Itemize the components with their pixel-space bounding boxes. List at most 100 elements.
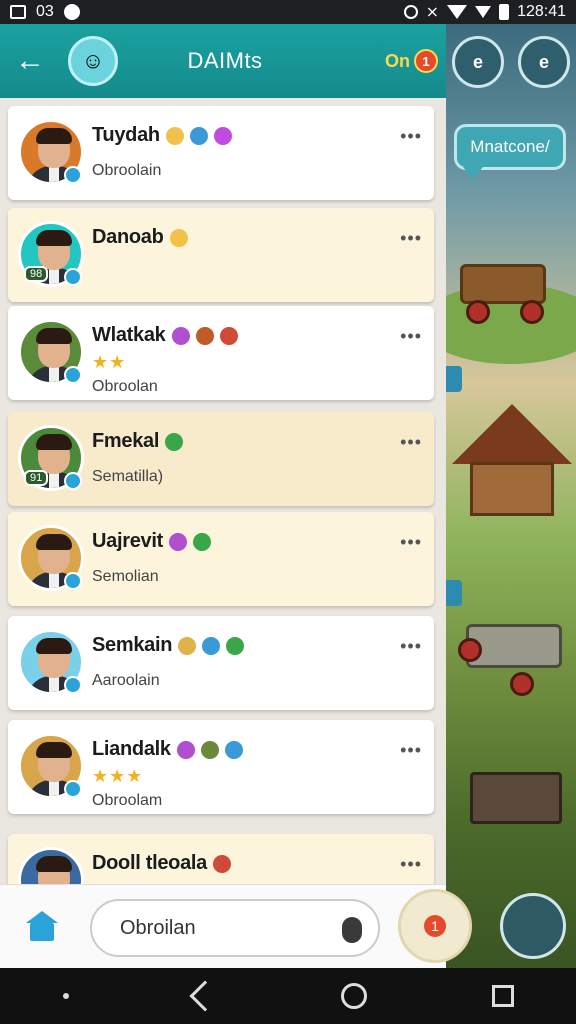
contact-card[interactable]: Liandalk ★★★ Obroolam ••• bbox=[8, 720, 434, 814]
contact-card[interactable]: Tuydah Obroolain ••• bbox=[8, 106, 434, 200]
more-options-icon[interactable]: ••• bbox=[400, 636, 422, 657]
game-map-button[interactable]: e bbox=[518, 36, 570, 88]
sticker-icon bbox=[219, 326, 238, 345]
contact-name-text: Fmekal bbox=[92, 430, 160, 452]
more-options-icon[interactable]: ••• bbox=[400, 854, 422, 875]
contact-status: Obroolan bbox=[92, 378, 158, 395]
sticker-icon bbox=[224, 740, 243, 759]
sticker-icon bbox=[189, 126, 208, 145]
home-icon[interactable] bbox=[24, 909, 60, 945]
contact-status: Aaroolain bbox=[92, 672, 160, 689]
sticker-icon bbox=[169, 228, 188, 247]
contact-name-text: Liandalk bbox=[92, 738, 171, 760]
verified-icon bbox=[64, 472, 82, 490]
more-options-icon[interactable]: ••• bbox=[400, 326, 422, 347]
contact-status: Obroolain bbox=[92, 162, 162, 179]
more-options-icon[interactable]: ••• bbox=[400, 228, 422, 249]
contact-status: Semolian bbox=[92, 568, 159, 585]
sticker-icon bbox=[168, 532, 187, 551]
sticker-icon bbox=[176, 740, 195, 759]
contact-name: Fmekal bbox=[92, 430, 184, 453]
contact-name-text: Uajrevit bbox=[92, 530, 163, 552]
vibrate-icon: ⨯ bbox=[425, 4, 440, 21]
app-header: ← ☺ DAIMts On 1 bbox=[0, 24, 446, 98]
contact-status: Sematilla) bbox=[92, 468, 164, 485]
clock: 128:41 bbox=[517, 3, 566, 20]
verified-icon bbox=[64, 780, 82, 798]
contact-name: Wlatkak bbox=[92, 324, 238, 347]
bottom-bar: Obroilan 1 bbox=[0, 884, 566, 968]
sticker-icon bbox=[226, 636, 245, 655]
wifi-icon bbox=[447, 5, 468, 19]
game-profile-button[interactable]: e bbox=[452, 36, 504, 88]
level-badge: 91 bbox=[24, 470, 49, 486]
contact-name-text: Semkain bbox=[92, 634, 173, 656]
character-avatar-button[interactable] bbox=[500, 893, 566, 959]
page-title: DAIMts bbox=[187, 48, 263, 73]
group-avatar[interactable]: ☺ bbox=[68, 36, 118, 86]
contact-card[interactable]: Semkain Aaroolain ••• bbox=[8, 616, 434, 710]
sticker-icon bbox=[192, 532, 211, 551]
more-options-icon[interactable]: ••• bbox=[400, 432, 422, 453]
status-bar: 03 ⨯ 128:41 bbox=[0, 0, 576, 24]
alarm-icon bbox=[403, 5, 418, 19]
contact-name: Dooll tleoala bbox=[92, 852, 232, 875]
game-chest bbox=[470, 772, 562, 824]
nav-back-icon[interactable] bbox=[188, 980, 221, 1012]
more-options-icon[interactable]: ••• bbox=[400, 532, 422, 553]
battery-icon bbox=[499, 4, 510, 20]
header-badge[interactable]: On 1 bbox=[385, 49, 438, 73]
contact-name: Danoab bbox=[92, 226, 188, 249]
contact-name: Uajrevit bbox=[92, 530, 211, 553]
sticker-icon bbox=[213, 854, 232, 873]
send-button[interactable]: 1 bbox=[398, 889, 472, 963]
contact-card[interactable]: Dooll tleoala ••• bbox=[8, 834, 434, 884]
contact-name-text: Danoab bbox=[92, 226, 164, 248]
speech-bubble-button[interactable]: Mnatcone/ bbox=[454, 124, 566, 179]
contact-name-text: Tuydah bbox=[92, 124, 160, 146]
more-options-icon[interactable]: ••• bbox=[400, 126, 422, 147]
message-input-value: Obroilan bbox=[120, 916, 196, 939]
app-notification-icon bbox=[63, 4, 80, 20]
game-hut bbox=[452, 404, 572, 464]
contact-card[interactable]: Wlatkak ★★ Obroolan ••• bbox=[8, 306, 434, 400]
contact-card[interactable]: 91 Fmekal Sematilla) ••• bbox=[8, 412, 434, 506]
signal-icon bbox=[475, 6, 492, 18]
notification-badge: 1 bbox=[414, 49, 438, 73]
contact-name: Semkain bbox=[92, 634, 245, 657]
back-arrow-icon[interactable]: ← bbox=[0, 24, 60, 98]
avatar[interactable] bbox=[18, 847, 84, 884]
contact-status: Obroolam bbox=[92, 792, 163, 809]
contact-name-text: Wlatkak bbox=[92, 324, 166, 346]
verified-icon bbox=[64, 268, 82, 286]
contact-list[interactable]: Tuydah Obroolain ••• 98 Danoab ••• Wlatkak ★★ Ob… bbox=[0, 98, 446, 884]
contact-name: Tuydah bbox=[92, 124, 232, 147]
game-cart bbox=[460, 264, 546, 304]
verified-icon bbox=[64, 572, 82, 590]
contact-card[interactable]: 98 Danoab ••• bbox=[8, 208, 434, 302]
sticker-icon bbox=[165, 126, 184, 145]
level-badge: 98 bbox=[24, 266, 49, 282]
android-nav-bar bbox=[0, 968, 576, 1024]
image-notification-icon bbox=[10, 5, 26, 19]
status-left-text: 03 bbox=[36, 3, 54, 20]
nav-home-icon[interactable] bbox=[340, 983, 367, 1009]
send-badge: 1 bbox=[424, 915, 446, 937]
microphone-icon[interactable] bbox=[342, 917, 362, 943]
sticker-icon bbox=[178, 636, 197, 655]
nav-recents-icon[interactable] bbox=[491, 985, 514, 1007]
message-input[interactable]: Obroilan bbox=[90, 899, 380, 957]
rating-stars: ★★ bbox=[92, 352, 127, 372]
more-options-icon[interactable]: ••• bbox=[400, 740, 422, 761]
sticker-icon bbox=[200, 740, 219, 759]
verified-icon bbox=[64, 676, 82, 694]
nav-dot-icon bbox=[62, 993, 69, 999]
contact-card[interactable]: Uajrevit Semolian ••• bbox=[8, 512, 434, 606]
sticker-icon bbox=[171, 326, 190, 345]
sticker-icon bbox=[213, 126, 232, 145]
rating-stars: ★★★ bbox=[92, 766, 144, 786]
sticker-icon bbox=[195, 326, 214, 345]
sticker-icon bbox=[165, 432, 184, 451]
sticker-icon bbox=[202, 636, 221, 655]
contact-name-text: Dooll tleoala bbox=[92, 852, 208, 874]
